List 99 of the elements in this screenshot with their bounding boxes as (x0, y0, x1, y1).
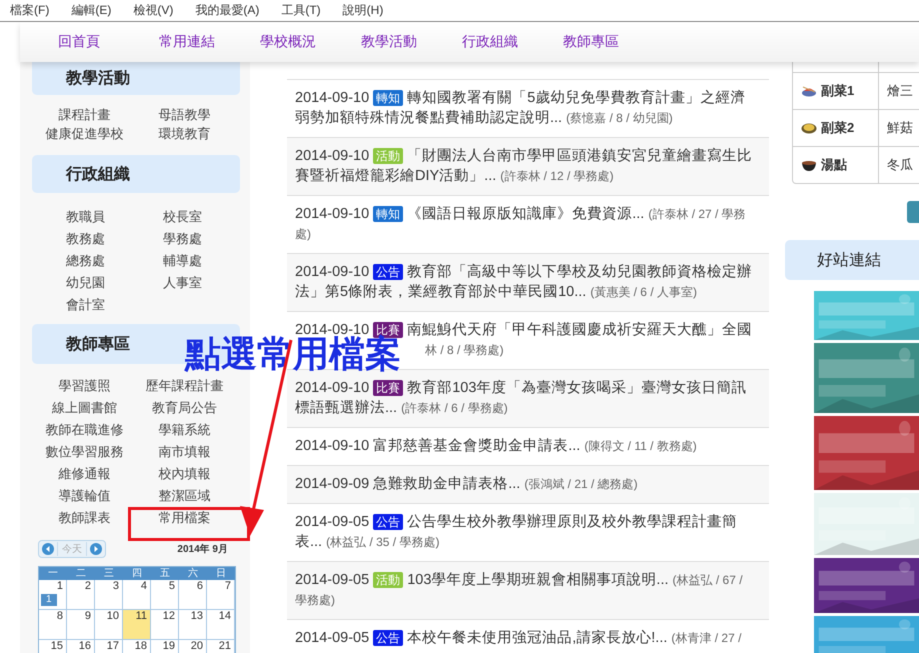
section-title: 行政組織 (66, 164, 130, 184)
calendar-day[interactable]: 3 (95, 580, 123, 610)
news-text: 2014-09-10 活動 「財團法人台南市學甲區頭港鎮安宮兒童繪畫寫生比賽暨祈福燈籠彩繪DIY活動」... (許泰林 / 12 / 學務處) (295, 146, 754, 186)
calendar-day[interactable]: 19 (151, 640, 179, 653)
sidebar-link[interactable]: 母語教學 (158, 107, 210, 123)
sidebar-link[interactable]: 總務處 (66, 253, 105, 269)
weekday-label: 一 (47, 567, 59, 580)
calendar-day[interactable]: 18 (123, 640, 151, 653)
calendar-day[interactable]: 15 (39, 640, 67, 653)
calendar-month: 2014年 9月 (177, 542, 228, 556)
bowl-icon (801, 159, 817, 171)
sidebar-link[interactable]: 校長室 (163, 209, 202, 225)
news-text: 2014-09-10 富邦慈善基金會獎助金申請表... (陳得文 / 11 / 教務處) (295, 436, 698, 456)
sidebar-link[interactable]: 學籍系統 (158, 422, 210, 438)
sidebar-link[interactable]: 教師課表 (58, 510, 110, 526)
sidebar-link[interactable]: 學習護照 (58, 378, 110, 394)
calendar-day[interactable]: 5 (151, 580, 179, 610)
news-text: 2014-09-05 公告 公告學生校外教學辦理原則及校外教學課程計畫簡表... (林益弘 / 35 / 學務處) (295, 512, 738, 552)
weekday-label: 二 (75, 567, 87, 580)
sidebar-link[interactable]: 歷年課程計畫 (146, 378, 224, 394)
calendar-day[interactable]: 1 1 (39, 580, 67, 610)
calendar-day[interactable]: 10 (95, 610, 123, 640)
news-text: 2014-09-10 轉知 轉知國教署有關「5歲幼兒免學費教育計畫」之經濟弱勢加額特殊情況餐點費補助認定說明... (蔡憶嘉 / 8 / 幼兒園) (295, 88, 746, 128)
previous-icon[interactable] (39, 543, 57, 555)
nav-link[interactable]: 教學活動 (361, 33, 462, 51)
sidebar-link[interactable]: 維修通報 (58, 466, 110, 482)
news-text: 2014-09-10 公告 教育部「高級中等以下學校及幼兒園教師資格檢定辦法」第5條附表，業經教育部於中華民國10... (黃惠美 / 6 / 人事室) (295, 262, 754, 302)
sidebar-link[interactable]: 環境教育 (158, 126, 210, 142)
nav-link[interactable]: 行政組織 (462, 33, 563, 51)
menu-item[interactable]: 我的最愛(A) (195, 2, 260, 19)
section-title: 教學活動 (66, 68, 130, 89)
weekday-label: 五 (159, 567, 171, 580)
menu-text: 冬瓜 (887, 156, 913, 174)
nav-link[interactable]: 常用連結 (159, 33, 260, 51)
news-item[interactable]: 2014-09-09 急難救助金申請表格... (張鴻斌 / 21 / 總務處) (287, 466, 769, 504)
menu-text: 鮮菇 (887, 119, 913, 137)
news-text: 2014-09-10 比賽 教育部103年度「為臺灣女孩喝采」臺灣女孩日簡訊標語甄選辦法... (許泰林 / 6 / 學務處) (295, 378, 748, 418)
sidebar-link[interactable]: 會計室 (66, 297, 105, 313)
sidebar-link[interactable]: 幼兒園 (66, 275, 105, 291)
news-meta: 林 / 8 / 學務處) (425, 343, 504, 357)
menu-item[interactable]: 檢視(V) (133, 2, 174, 19)
dish-label: 湯點 (821, 156, 847, 174)
dish-label: 副菜1 (821, 82, 854, 100)
calendar-day[interactable]: 7 (207, 580, 235, 610)
calendar-day[interactable]: 11 (123, 610, 151, 640)
nav-link[interactable]: 學校概況 (260, 33, 361, 51)
news-text: 2014-09-05 活動 103學年度上學期班親會相關事項說明... (林益弘 / 67 / 學務處) (295, 570, 744, 609)
calendar-day[interactable]: 6 (179, 580, 207, 610)
sidebar-link[interactable]: 校內填報 (158, 466, 210, 482)
weekday-label: 三 (103, 567, 115, 580)
menu-text: 燴三 (887, 82, 913, 100)
news-item[interactable]: 2014-09-10 公告 教育部「高級中等以下學校及幼兒園教師資格檢定辦法」第5條附表，業經教育部於中華民國10... (黃惠美 / 6 / 人事室) (287, 254, 769, 312)
section-title: 好站連結 (817, 250, 881, 270)
calendar-day[interactable]: 12 (151, 610, 179, 640)
menu-item[interactable]: 編輯(E) (71, 2, 112, 19)
sidebar-link[interactable]: 學務處 (163, 231, 202, 247)
sidebar-link[interactable]: 教師在職進修 (46, 422, 124, 438)
sidebar-link[interactable]: 南市填報 (158, 444, 210, 460)
weekday-label: 四 (131, 567, 143, 580)
sidebar-link[interactable]: 導護輪值 (58, 488, 110, 504)
news-item[interactable]: 2014-09-05 活動 103學年度上學期班親會相關事項說明... (林益弘 / 67 / 學務處) (287, 562, 769, 620)
sidebar-link[interactable]: 數位學習服務 (46, 444, 124, 460)
sidebar-link[interactable]: 人事室 (163, 275, 202, 291)
calendar-day[interactable]: 8 (39, 610, 67, 640)
sidebar-link[interactable]: 教職員 (66, 209, 105, 225)
calendar-day[interactable]: 21 (207, 640, 235, 653)
dish-icon (801, 122, 817, 134)
weekday-label: 六 (187, 567, 199, 580)
calendar-day[interactable]: 16 (67, 640, 95, 653)
sidebar-link[interactable]: 教務處 (66, 231, 105, 247)
calendar-day[interactable]: 9 (67, 610, 95, 640)
sidebar-link[interactable]: 線上圖書館 (52, 400, 117, 416)
nav-link[interactable]: 回首頁 (58, 33, 159, 51)
weekday-label: 日 (215, 567, 227, 580)
calendar-day[interactable]: 13 (179, 610, 207, 640)
menu-item[interactable]: 工具(T) (281, 2, 321, 19)
news-text: 2014-09-09 急難救助金申請表格... (張鴻斌 / 21 / 總務處) (295, 475, 639, 494)
sidebar-link[interactable]: 整潔區域 (158, 488, 210, 504)
next-icon[interactable] (87, 543, 105, 555)
section-title: 教師專區 (66, 334, 130, 354)
nav-link[interactable]: 教師專區 (563, 33, 664, 51)
dish-icon (801, 85, 817, 97)
news-text: 2014-09-05 公告 本校午餐未使用強冠油品,請家長放心!... (林青津 / 27 / (295, 628, 742, 648)
calendar-day[interactable]: 20 (179, 640, 207, 653)
calendar-day[interactable]: 2 (67, 580, 95, 610)
sidebar-link[interactable]: 教育局公告 (152, 400, 217, 416)
sidebar-link[interactable]: 健康促進學校 (46, 126, 124, 142)
calendar-day[interactable]: 17 (95, 640, 123, 653)
calendar-day[interactable]: 14 (207, 610, 235, 640)
news-text: 2014-09-10 轉知 《國語日報原版知識庫》免費資源... (許泰林 / 27 / 學務處) (295, 204, 747, 243)
news-item[interactable]: 2014-09-10 活動 「財團法人台南市學甲區頭港鎮安宮兒童繪畫寫生比賽暨祈福燈籠彩繪DIY活動」... (許泰林 / 12 / 學務處) (287, 138, 769, 196)
menu-item[interactable]: 檔案(F) (10, 2, 50, 19)
more-button[interactable] (907, 201, 919, 223)
dish-label: 副菜2 (821, 119, 854, 137)
calendar-day[interactable]: 4 (123, 580, 151, 610)
menu-item[interactable]: 說明(H) (342, 2, 384, 19)
sidebar-link[interactable]: 輔導處 (163, 253, 202, 269)
sidebar-link[interactable]: 課程計畫 (58, 107, 110, 123)
sidebar-link[interactable]: 常用檔案 (158, 510, 210, 526)
